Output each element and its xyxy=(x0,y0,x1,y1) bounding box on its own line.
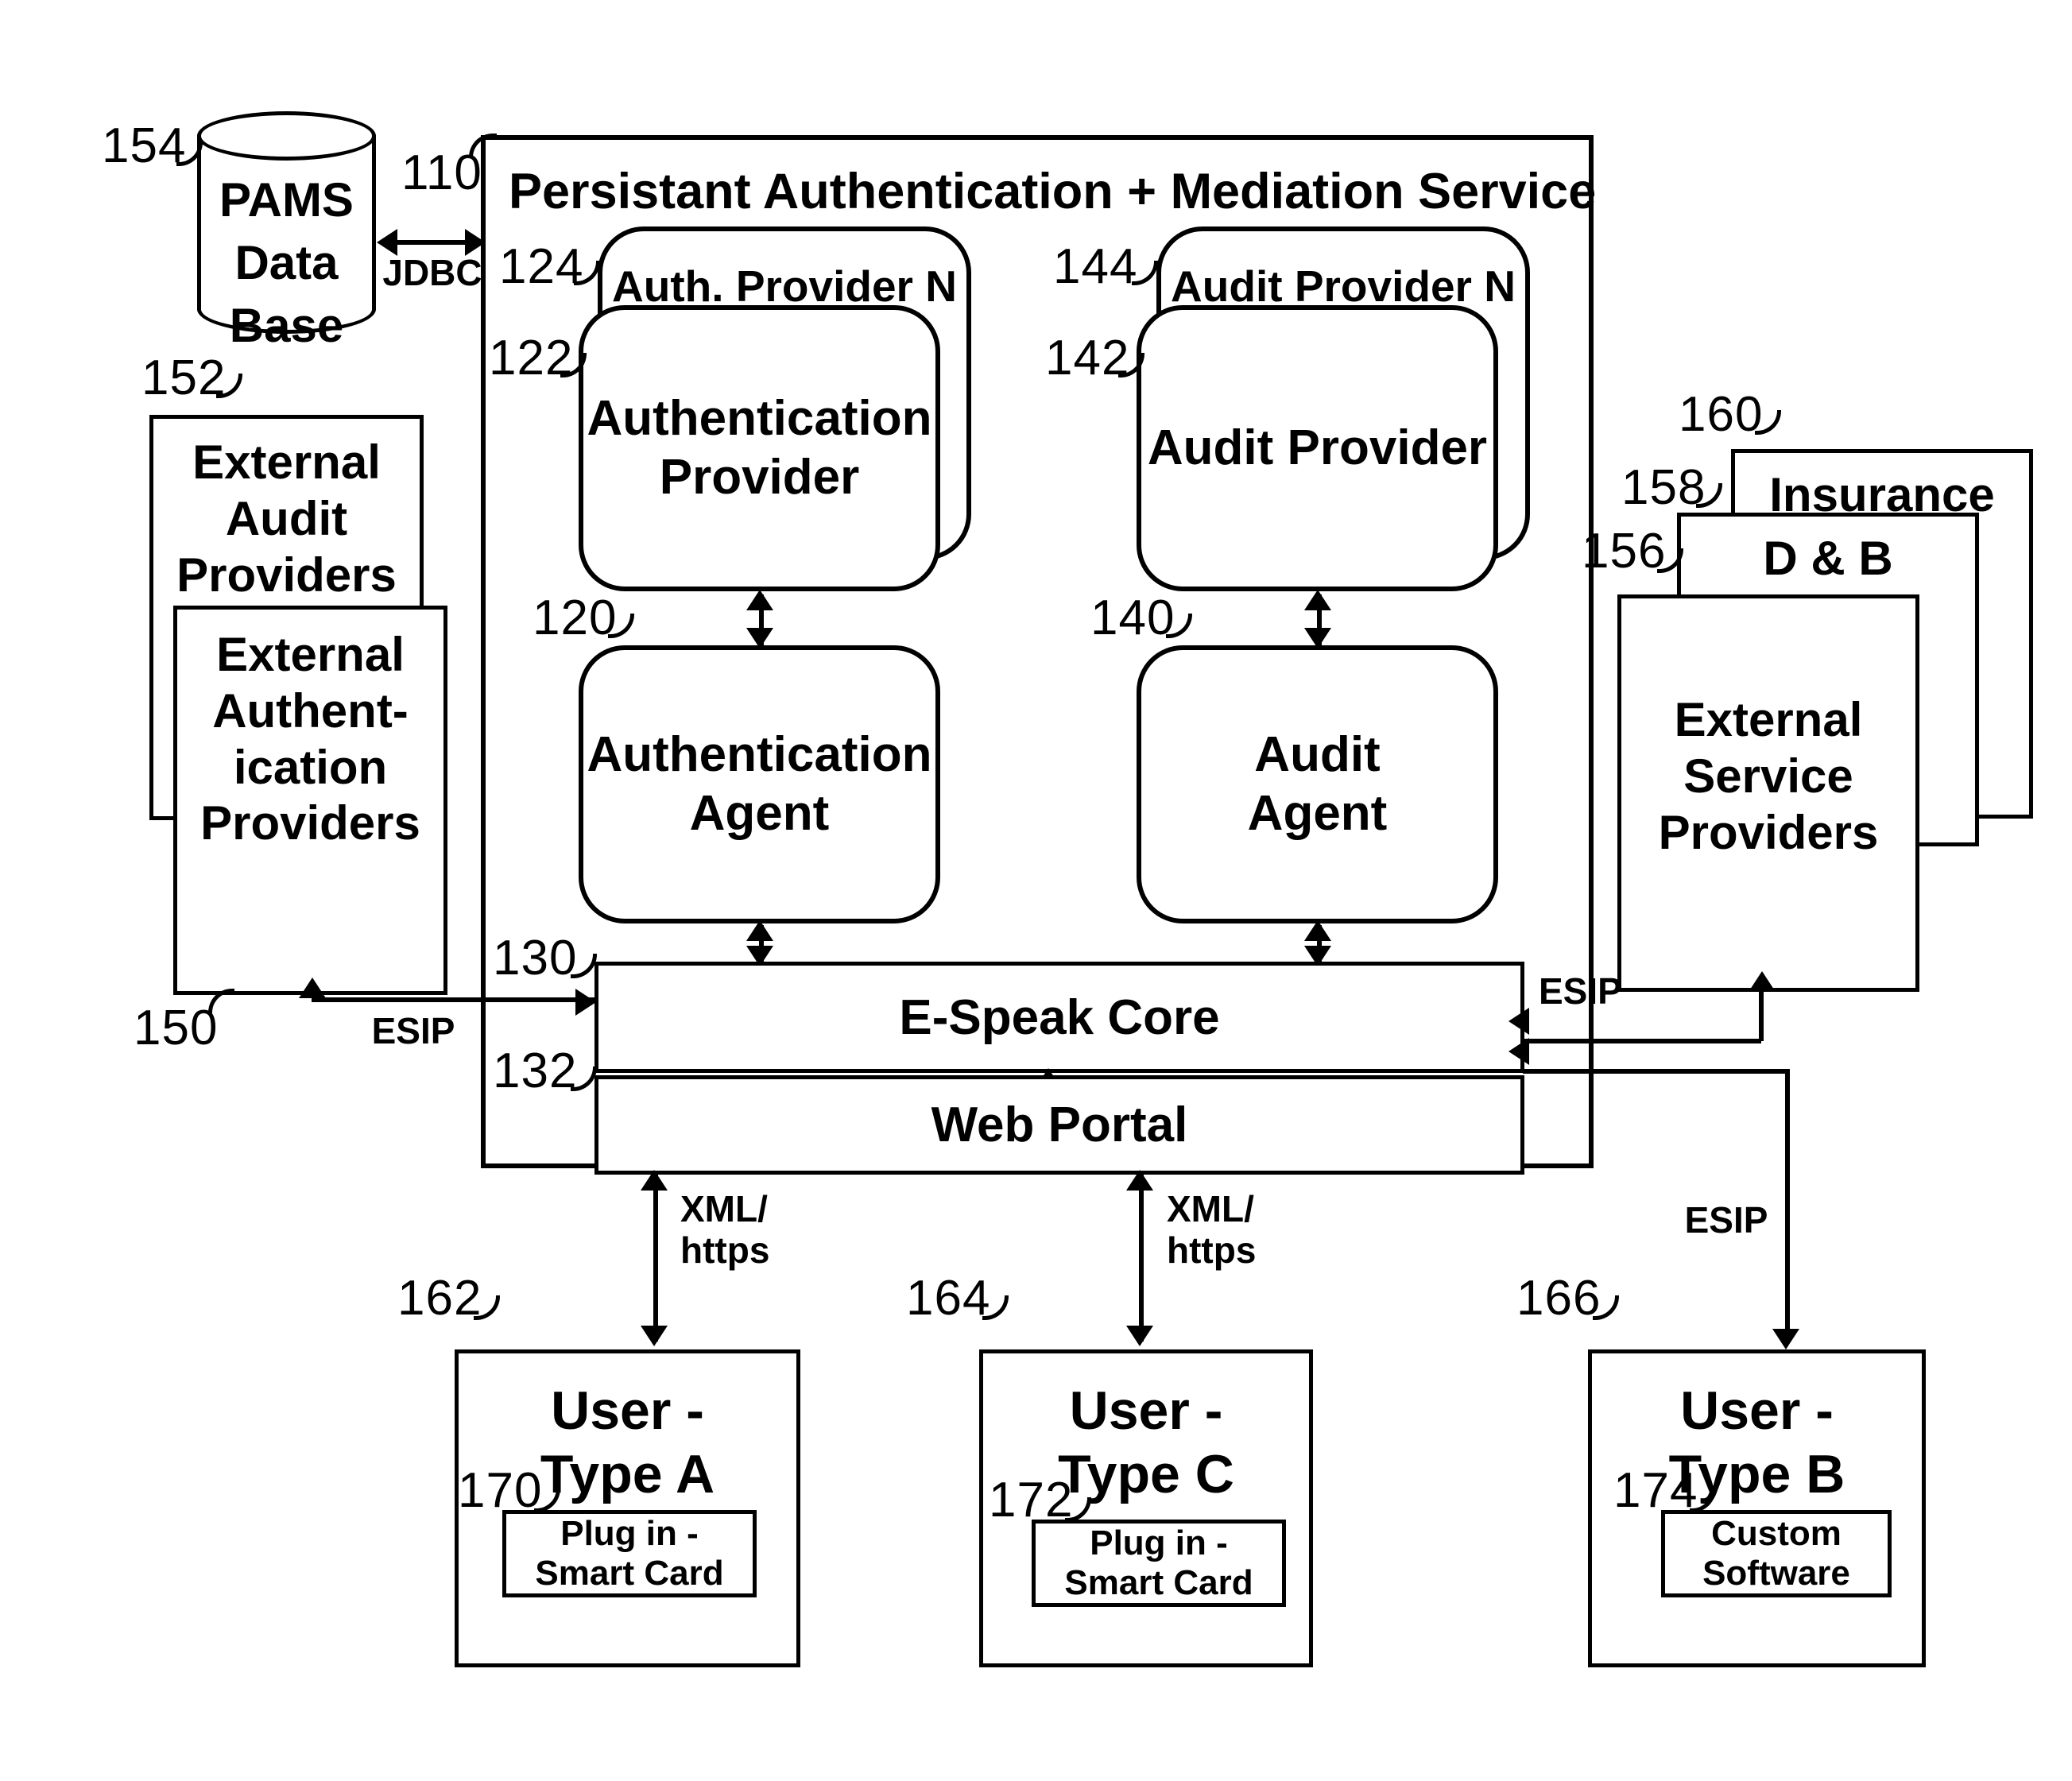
ref-160: 160 xyxy=(1679,387,1764,442)
ref-156: 156 xyxy=(1582,524,1667,579)
xml-https-a-line xyxy=(653,1175,658,1342)
ref-144: 144 xyxy=(1053,239,1138,294)
patent-figure: Persistant Authentication + Mediation Se… xyxy=(0,0,2072,1781)
auth-provider-agent-arrow-up xyxy=(746,590,773,610)
user-type-a-label: User - Type A xyxy=(540,1380,715,1505)
audit-provider-box: Audit Provider xyxy=(1137,305,1498,591)
ref-150: 150 xyxy=(134,1001,219,1055)
xml-https-a-label: XML/ https xyxy=(680,1188,770,1271)
xml-https-c-label: XML/ https xyxy=(1167,1188,1257,1271)
audit-agent-core-arrow-up xyxy=(1304,920,1331,941)
authentication-agent-label: Authentication Agent xyxy=(587,726,932,841)
esip-left-line xyxy=(312,997,596,1002)
plugin-smart-card-a-box: Plug in - Smart Card xyxy=(502,1510,757,1597)
auth-agent-core-arrow-up xyxy=(746,920,773,941)
cylinder-top xyxy=(197,111,376,161)
user-type-c-label: User - Type C xyxy=(1058,1380,1234,1505)
dnb-label: D & B xyxy=(1763,532,1893,585)
ref-166: 166 xyxy=(1516,1271,1601,1326)
pams-database-label: PAMS Data Base xyxy=(219,173,354,353)
jdbc-label: JDBC xyxy=(382,252,482,293)
ref-120: 120 xyxy=(533,590,618,645)
ref-124: 124 xyxy=(499,239,584,294)
ref-170: 170 xyxy=(458,1463,543,1518)
ref-152: 152 xyxy=(141,350,227,405)
audit-provider-label: Audit Provider xyxy=(1147,420,1488,475)
ref-130: 130 xyxy=(493,931,578,985)
web-portal-label: Web Portal xyxy=(931,1098,1188,1152)
esip-left-arrow-right xyxy=(575,989,596,1016)
ref-152-leader xyxy=(216,374,242,398)
esip-left-arrow-up xyxy=(299,978,326,998)
ref-158: 158 xyxy=(1621,460,1706,515)
xml-https-c-line xyxy=(1139,1175,1144,1342)
esip-right-arrow-up xyxy=(1749,971,1776,992)
ref-174: 174 xyxy=(1613,1463,1698,1518)
external-authentication-providers-box: External Authent- ication Providers xyxy=(173,606,447,995)
audit-agent-box: Audit Agent xyxy=(1137,645,1498,923)
xml-https-c-arrow-down xyxy=(1126,1326,1153,1346)
espeak-core-box: E-Speak Core xyxy=(594,962,1524,1073)
external-authentication-providers-label: External Authent- ication Providers xyxy=(200,628,420,850)
ref-172: 172 xyxy=(989,1473,1074,1527)
pams-database-cylinder: PAMS Data Base xyxy=(197,111,376,352)
external-service-providers-box: External Service Providers xyxy=(1617,594,1919,992)
custom-software-label: Custom Software xyxy=(1702,1513,1850,1593)
xml-https-c-arrow-up xyxy=(1126,1170,1153,1191)
plugin-smart-card-a-label: Plug in - Smart Card xyxy=(535,1513,724,1593)
web-portal-box: Web Portal xyxy=(594,1075,1524,1175)
esip-right-line xyxy=(1523,1039,1761,1043)
ref-162: 162 xyxy=(397,1271,482,1326)
audit-provider-agent-arrow-up xyxy=(1304,590,1331,610)
ref-164-leader xyxy=(982,1295,1009,1320)
esip-userb-label: ESIP xyxy=(1684,1199,1768,1241)
custom-software-box: Custom Software xyxy=(1661,1510,1892,1597)
plugin-smart-card-c-box: Plug in - Smart Card xyxy=(1032,1520,1286,1607)
ref-140: 140 xyxy=(1090,590,1175,645)
espeak-core-label: E-Speak Core xyxy=(899,989,1220,1045)
esip-core-feed-arrow xyxy=(1508,1038,1529,1065)
xml-https-a-arrow-down xyxy=(641,1326,668,1346)
esip-left-label: ESIP xyxy=(371,1010,455,1051)
xml-https-a-arrow-up xyxy=(641,1170,668,1191)
authentication-agent-box: Authentication Agent xyxy=(579,645,940,923)
esip-right-arrow-left xyxy=(1508,1008,1529,1035)
ref-154: 154 xyxy=(102,118,187,173)
external-audit-providers-label: External Audit Providers xyxy=(176,436,397,602)
ref-164: 164 xyxy=(906,1271,991,1326)
external-service-providers-label: External Service Providers xyxy=(1658,693,1879,859)
ref-142: 142 xyxy=(1045,331,1130,385)
ref-160-leader xyxy=(1755,410,1781,435)
esip-right-riser xyxy=(1759,992,1764,1041)
esip-userb-arrow xyxy=(1772,1329,1799,1349)
service-title: Persistant Authentication + Mediation Se… xyxy=(509,164,1597,219)
ref-110-leader xyxy=(469,134,497,158)
authentication-provider-box: Authentication Provider xyxy=(579,305,940,591)
ref-132: 132 xyxy=(493,1043,578,1098)
plugin-smart-card-c-label: Plug in - Smart Card xyxy=(1064,1523,1253,1602)
ref-162-leader xyxy=(474,1295,500,1320)
authentication-provider-label: Authentication Provider xyxy=(587,390,932,505)
ref-158-leader xyxy=(1696,483,1722,508)
esip-core-feed-line xyxy=(1523,1069,1790,1074)
ref-166-leader xyxy=(1593,1295,1619,1320)
audit-agent-label: Audit Agent xyxy=(1247,726,1388,841)
esip-right-label: ESIP xyxy=(1539,970,1622,1012)
